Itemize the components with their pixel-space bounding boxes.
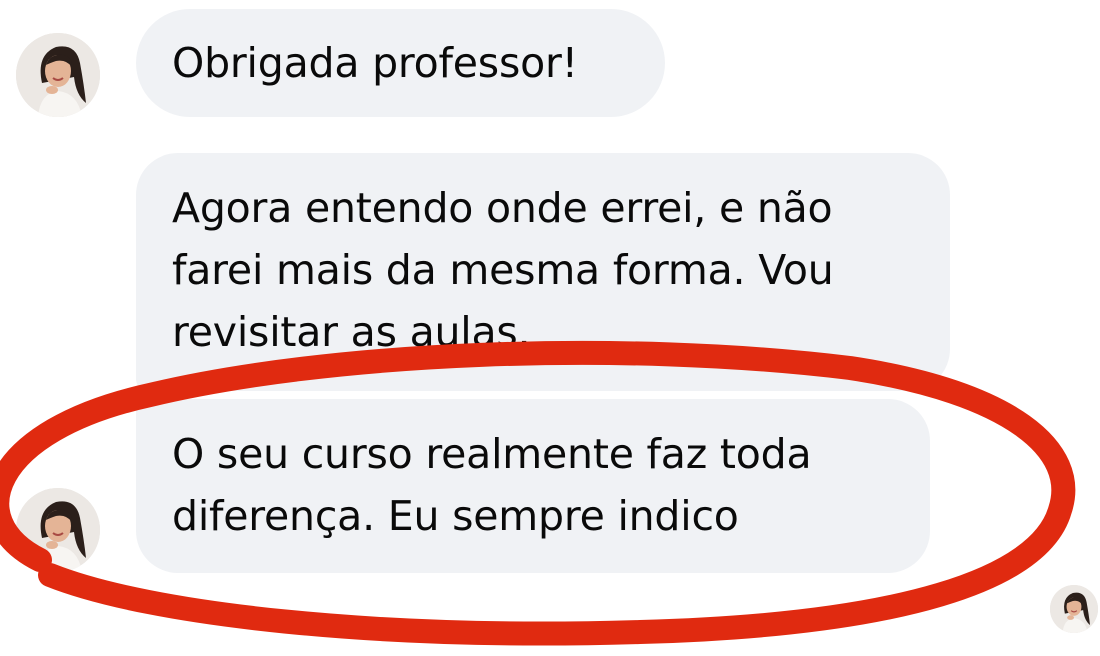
- message-bubble[interactable]: Agora entendo onde errei, e não farei ma…: [136, 153, 950, 391]
- woman-portrait-icon: [1050, 585, 1098, 633]
- message-bubble[interactable]: O seu curso realmente faz toda diferença…: [136, 399, 930, 573]
- message-text: farei mais da mesma forma. Vou: [172, 246, 834, 294]
- message-text: revisitar as aulas.: [172, 308, 531, 356]
- message-text: Agora entendo onde errei, e não: [172, 184, 833, 232]
- sender-avatar[interactable]: [16, 488, 100, 572]
- message-text: diferença. Eu sempre indico: [172, 492, 739, 540]
- chat-thread: Obrigada professor! Agora entendo onde e…: [0, 0, 1100, 656]
- sender-avatar[interactable]: [16, 33, 100, 117]
- woman-portrait-icon: [16, 33, 100, 117]
- woman-portrait-icon: [16, 488, 100, 572]
- seen-receipt-avatar: [1050, 585, 1098, 633]
- message-bubble[interactable]: Obrigada professor!: [136, 9, 665, 117]
- message-text: O seu curso realmente faz toda: [172, 430, 812, 478]
- message-text: Obrigada professor!: [172, 39, 578, 87]
